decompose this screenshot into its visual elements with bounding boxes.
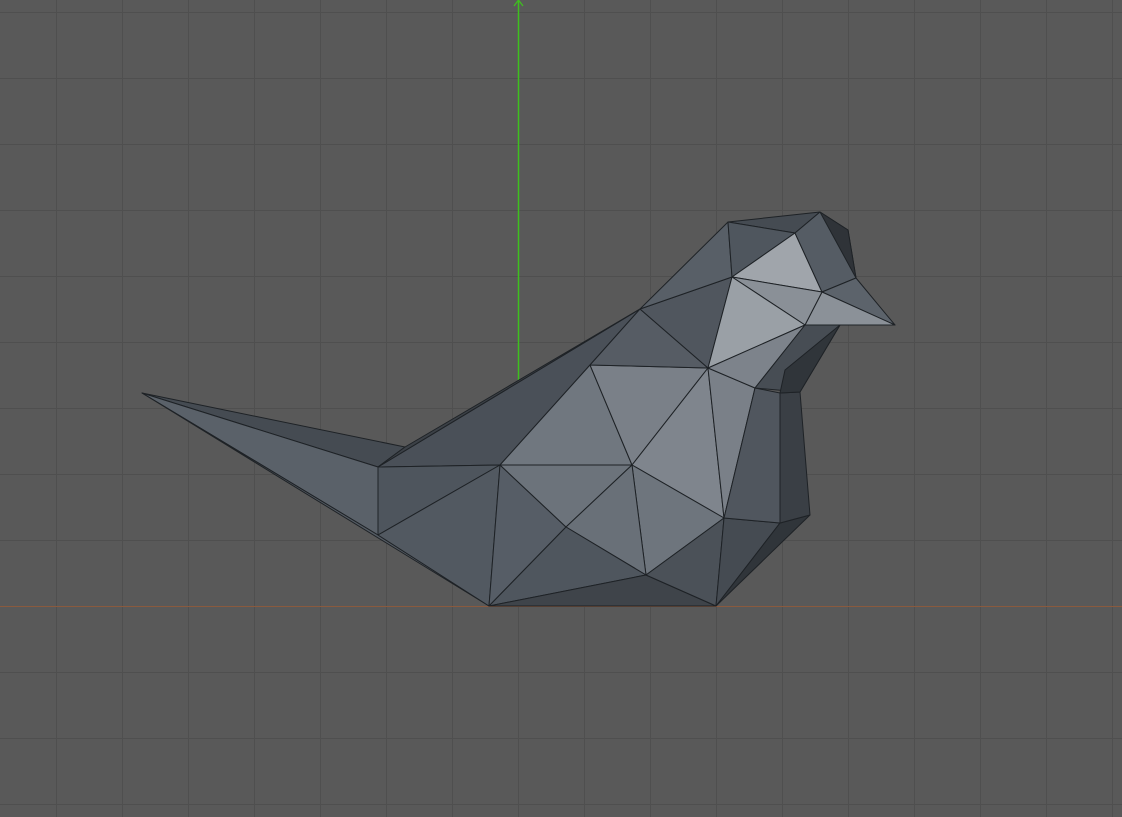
mesh-face[interactable] — [779, 391, 811, 524]
3d-viewport[interactable] — [0, 0, 1122, 817]
viewport-canvas[interactable] — [0, 0, 1122, 817]
